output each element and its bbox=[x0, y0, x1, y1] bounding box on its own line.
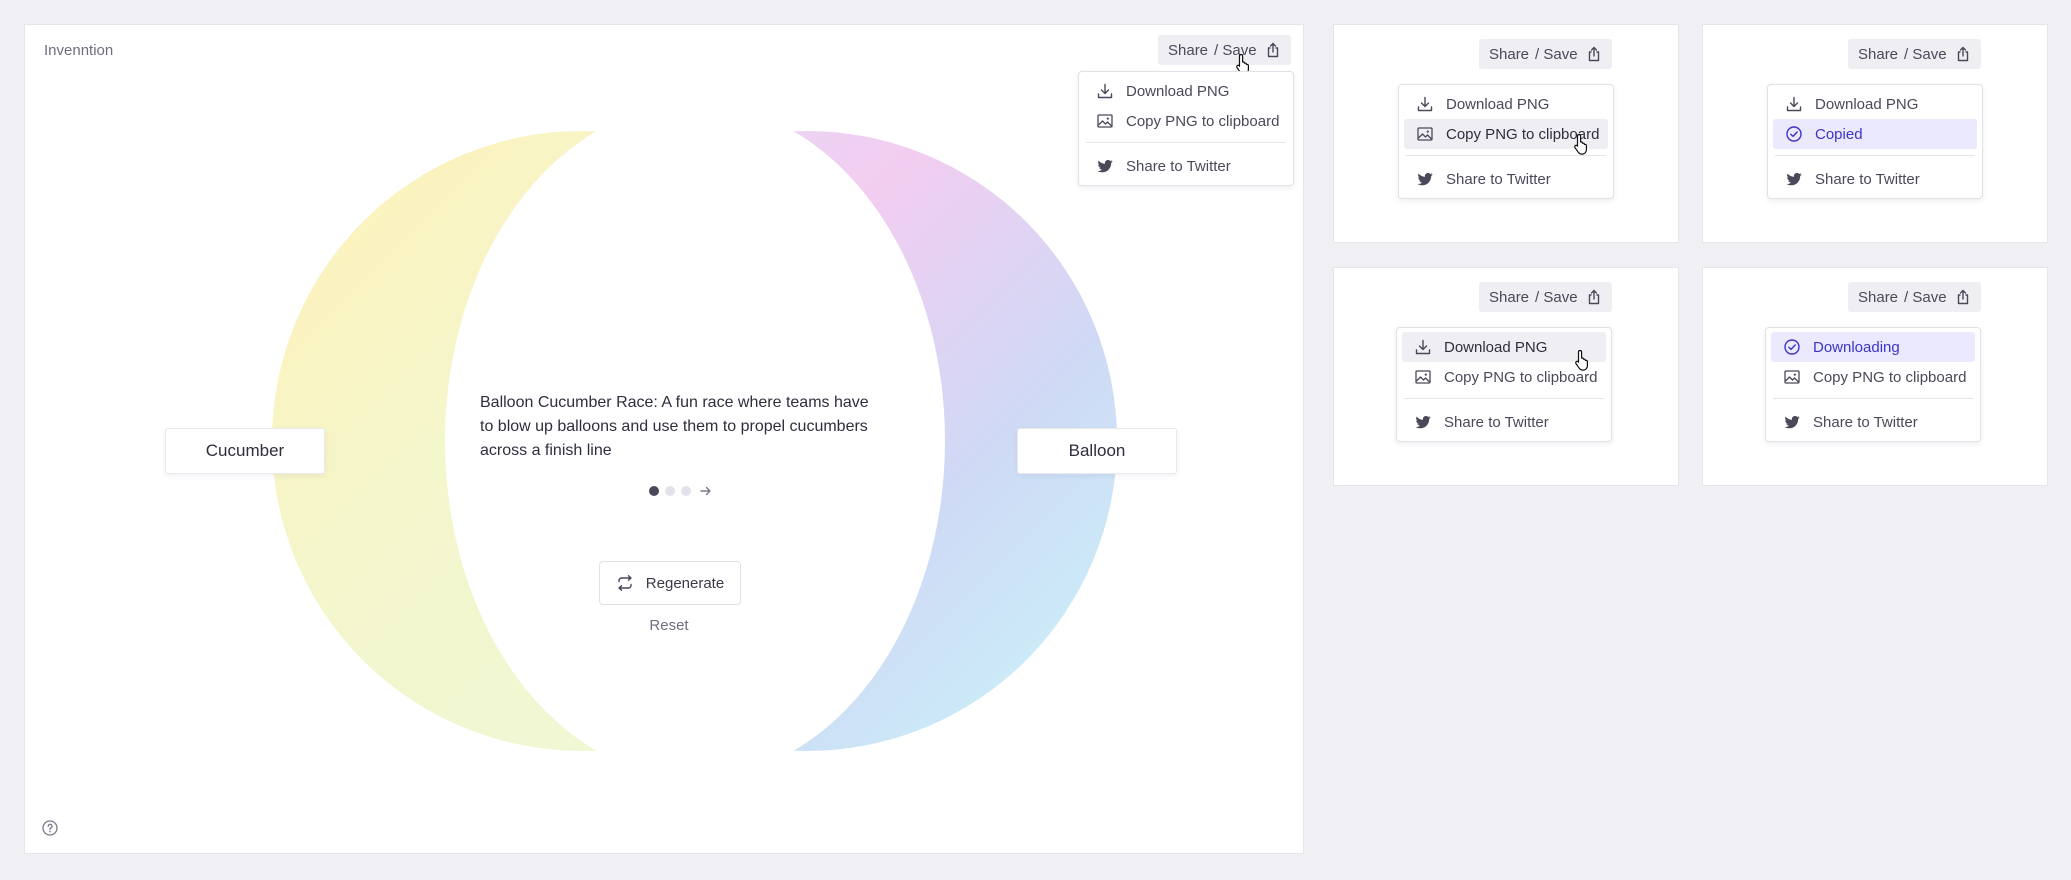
save-label: / Save bbox=[1535, 288, 1578, 306]
menu-item-copy-png[interactable]: Copy PNG to clipboard bbox=[1404, 119, 1608, 149]
app-title: Invenntion bbox=[44, 42, 114, 59]
save-label: / Save bbox=[1214, 41, 1257, 59]
menu-item-share-twitter[interactable]: Share to Twitter bbox=[1402, 407, 1606, 437]
menu-item-label: Download PNG bbox=[1126, 82, 1230, 100]
menu-divider bbox=[1406, 155, 1606, 156]
menu-item-label: Download PNG bbox=[1815, 95, 1919, 113]
menu-item-share-twitter[interactable]: Share to Twitter bbox=[1773, 164, 1977, 194]
twitter-icon bbox=[1783, 413, 1801, 431]
share-icon bbox=[1586, 46, 1602, 62]
pager-dot-1[interactable] bbox=[649, 486, 659, 496]
share-label: Share bbox=[1858, 45, 1899, 63]
image-icon bbox=[1783, 368, 1801, 386]
save-label: / Save bbox=[1904, 45, 1947, 63]
menu-item-label: Copy PNG to clipboard bbox=[1126, 112, 1280, 130]
twitter-icon bbox=[1416, 170, 1434, 188]
menu-divider bbox=[1773, 398, 1973, 399]
state-panel-download-hover: Share / Save Download PNG Copy PNG to cl… bbox=[1333, 267, 1679, 486]
state-panel-downloading: Share / Save Downloading Copy PNG to cli… bbox=[1702, 267, 2048, 486]
menu-item-label: Copy PNG to clipboard bbox=[1813, 368, 1967, 386]
set-label-right[interactable]: Balloon bbox=[1017, 428, 1177, 474]
menu-item-label: Share to Twitter bbox=[1815, 170, 1920, 188]
share-menu: Download PNG Copy PNG to clipboard Share… bbox=[1078, 71, 1294, 186]
share-save-button[interactable]: Share / Save bbox=[1158, 35, 1291, 65]
menu-item-label: Share to Twitter bbox=[1813, 413, 1918, 431]
menu-item-downloading[interactable]: Downloading bbox=[1771, 332, 1975, 362]
download-icon bbox=[1414, 338, 1432, 356]
help-icon[interactable] bbox=[42, 820, 58, 836]
menu-item-copy-png[interactable]: Copy PNG to clipboard bbox=[1402, 362, 1606, 392]
image-icon bbox=[1416, 125, 1434, 143]
download-icon bbox=[1785, 95, 1803, 113]
menu-item-label: Share to Twitter bbox=[1444, 413, 1549, 431]
download-icon bbox=[1416, 95, 1434, 113]
twitter-icon bbox=[1096, 157, 1114, 175]
menu-item-copied[interactable]: Copied bbox=[1773, 119, 1977, 149]
menu-item-label: Copy PNG to clipboard bbox=[1444, 368, 1598, 386]
share-save-button[interactable]: Share / Save bbox=[1479, 39, 1612, 69]
regenerate-button[interactable]: Regenerate bbox=[599, 561, 741, 605]
idea-pager bbox=[649, 484, 713, 498]
menu-item-label: Copied bbox=[1815, 125, 1863, 143]
menu-item-download-png[interactable]: Download PNG bbox=[1404, 89, 1608, 119]
share-label: Share bbox=[1168, 41, 1209, 59]
pager-dot-2[interactable] bbox=[665, 486, 675, 496]
menu-item-share-twitter[interactable]: Share to Twitter bbox=[1084, 151, 1288, 181]
save-label: / Save bbox=[1904, 288, 1947, 306]
share-save-button[interactable]: Share / Save bbox=[1848, 39, 1981, 69]
check-circle-icon bbox=[1783, 338, 1801, 356]
menu-item-share-twitter[interactable]: Share to Twitter bbox=[1771, 407, 1975, 437]
share-label: Share bbox=[1858, 288, 1899, 306]
twitter-icon bbox=[1414, 413, 1432, 431]
state-panel-copy-hover: Share / Save Download PNG Copy PNG to cl… bbox=[1333, 24, 1679, 243]
image-icon bbox=[1414, 368, 1432, 386]
menu-divider bbox=[1404, 398, 1604, 399]
menu-item-label: Downloading bbox=[1813, 338, 1900, 356]
menu-item-copy-png[interactable]: Copy PNG to clipboard bbox=[1771, 362, 1975, 392]
download-icon bbox=[1096, 82, 1114, 100]
idea-text: Balloon Cucumber Race: A fun race where … bbox=[480, 394, 869, 459]
menu-item-download-png[interactable]: Download PNG bbox=[1773, 89, 1977, 119]
menu-item-label: Download PNG bbox=[1446, 95, 1550, 113]
state-panel-copied: Share / Save Download PNG Copied Share t… bbox=[1702, 24, 2048, 243]
share-label: Share bbox=[1489, 288, 1530, 306]
share-menu: Download PNG Copy PNG to clipboard Share… bbox=[1398, 84, 1614, 199]
pager-dot-3[interactable] bbox=[681, 486, 691, 496]
menu-divider bbox=[1086, 142, 1286, 143]
main-panel: Invenntion Cucumber Balloon Balloon Cucu… bbox=[24, 24, 1304, 854]
menu-divider bbox=[1775, 155, 1975, 156]
share-menu: Download PNG Copied Share to Twitter bbox=[1767, 84, 1983, 199]
regenerate-label: Regenerate bbox=[645, 574, 725, 592]
menu-item-label: Copy PNG to clipboard bbox=[1446, 125, 1600, 143]
save-label: / Save bbox=[1535, 45, 1578, 63]
share-icon bbox=[1955, 289, 1971, 305]
share-menu: Download PNG Copy PNG to clipboard Share… bbox=[1396, 327, 1612, 442]
twitter-icon bbox=[1785, 170, 1803, 188]
menu-item-label: Download PNG bbox=[1444, 338, 1548, 356]
menu-item-copy-png[interactable]: Copy PNG to clipboard bbox=[1084, 106, 1288, 136]
share-label: Share bbox=[1489, 45, 1530, 63]
image-icon bbox=[1096, 112, 1114, 130]
share-save-button[interactable]: Share / Save bbox=[1848, 282, 1981, 312]
regenerate-icon bbox=[616, 575, 634, 591]
menu-item-share-twitter[interactable]: Share to Twitter bbox=[1404, 164, 1608, 194]
menu-item-label: Share to Twitter bbox=[1126, 157, 1231, 175]
share-icon bbox=[1955, 46, 1971, 62]
share-icon bbox=[1586, 289, 1602, 305]
share-icon bbox=[1265, 42, 1281, 58]
share-menu: Downloading Copy PNG to clipboard Share … bbox=[1765, 327, 1981, 442]
share-save-button[interactable]: Share / Save bbox=[1479, 282, 1612, 312]
arrow-right-icon[interactable] bbox=[699, 484, 713, 498]
set-label-left[interactable]: Cucumber bbox=[165, 428, 325, 474]
check-circle-icon bbox=[1785, 125, 1803, 143]
menu-item-download-png[interactable]: Download PNG bbox=[1084, 76, 1288, 106]
reset-button[interactable]: Reset bbox=[629, 617, 709, 634]
menu-item-label: Share to Twitter bbox=[1446, 170, 1551, 188]
menu-item-download-png[interactable]: Download PNG bbox=[1402, 332, 1606, 362]
